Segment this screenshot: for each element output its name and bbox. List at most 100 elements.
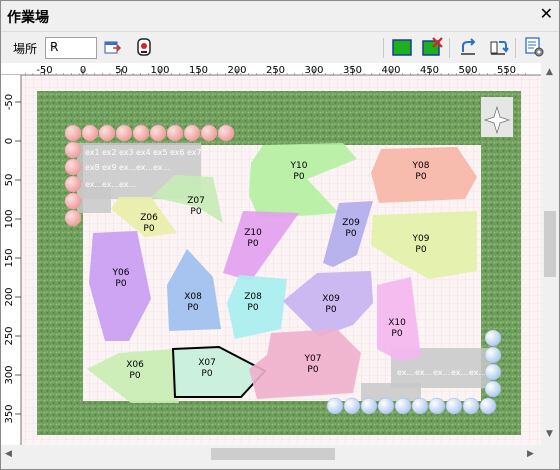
pink-ball [64, 158, 82, 176]
horizontal-scroll-thumb[interactable] [211, 448, 335, 460]
ex-label: ex... [433, 368, 450, 377]
piece-code: X09 [322, 294, 340, 304]
pink-ball [217, 124, 235, 142]
compass-icon [481, 97, 513, 137]
window-title: 作業場 [7, 10, 49, 26]
work-canvas[interactable]: -50 0 50 100 150 200 250 300 350 400 450 500 550 -50… [1, 63, 541, 445]
ruler-label: -50 [4, 94, 15, 110]
piece-position: P0 [345, 229, 356, 239]
blue-ball [484, 329, 502, 347]
close-button[interactable]: ✕ [540, 5, 553, 23]
vertical-scroll-thumb[interactable] [544, 211, 556, 277]
toolbar-separator [515, 38, 516, 58]
scroll-left-icon[interactable]: ◀ [5, 449, 12, 459]
blue-ball [343, 397, 361, 415]
piece-position: P0 [187, 303, 198, 313]
ex-label: ex6 [170, 148, 185, 157]
piece-position: P0 [307, 365, 318, 375]
ruler-label: 200 [227, 65, 246, 76]
ex-label: ex4 [136, 148, 151, 157]
pink-ball [115, 124, 133, 142]
ex-label: ex... [153, 163, 170, 172]
pink-ball [166, 124, 184, 142]
piece-position: P0 [143, 224, 154, 234]
scroll-up-icon[interactable]: ▲ [546, 67, 553, 77]
ruler-label: 350 [343, 65, 362, 76]
piece-position: P0 [293, 172, 304, 182]
piece-position: P0 [201, 369, 212, 379]
piece-code: Z08 [244, 292, 262, 302]
horizontal-scrollbar[interactable]: ◀ ▶ [1, 445, 541, 463]
ex-label: ex3 [119, 148, 134, 157]
pink-ball [64, 141, 82, 159]
pink-ball [183, 124, 201, 142]
toolbar-separator [383, 38, 384, 58]
ruler-label: 150 [189, 65, 208, 76]
blue-ball [479, 397, 497, 415]
blue-ball [394, 397, 412, 415]
piece-position: P0 [247, 303, 258, 313]
toolbar: 場所 R ⌵ [1, 31, 559, 64]
blue-ball [411, 397, 429, 415]
record-icon[interactable] [133, 36, 155, 58]
blue-ball [462, 397, 480, 415]
title-bar: 作業場 ✕ [1, 1, 559, 31]
piece-code: X08 [184, 292, 202, 302]
ruler-label: 0 [4, 138, 15, 144]
ruler-label: 250 [266, 65, 285, 76]
ex-label: ex8 [85, 163, 100, 172]
piece-code: Y06 [112, 268, 130, 278]
rotate-left-icon[interactable] [457, 36, 479, 58]
piece-code: Y08 [412, 161, 430, 171]
piece-code: Z10 [244, 228, 262, 238]
scroll-right-icon[interactable]: ▶ [527, 449, 534, 459]
ruler-label: 150 [4, 248, 15, 267]
blue-ball [484, 380, 502, 398]
ex-label: ex... [136, 163, 153, 172]
piece-code: Z07 [187, 196, 205, 206]
piece-position: P0 [415, 172, 426, 182]
ex-label: ex2 [102, 148, 117, 157]
settings-list-icon[interactable] [523, 36, 545, 58]
blue-ball [484, 346, 502, 364]
piece-code: Y10 [290, 161, 308, 171]
scroll-down-icon[interactable]: ▼ [546, 429, 553, 439]
ruler-label: 0 [80, 65, 86, 76]
location-select[interactable]: R ⌵ [45, 37, 97, 59]
ruler-label: 300 [4, 365, 15, 384]
scroll-corner [541, 445, 559, 463]
green-box-icon[interactable] [391, 36, 413, 58]
delete-box-icon[interactable] [421, 36, 443, 58]
piece-code: Y07 [304, 354, 322, 364]
ex-label: ex... [119, 180, 136, 189]
pink-ball [64, 192, 82, 210]
piece-position: P0 [415, 245, 426, 255]
export-window-icon[interactable] [101, 36, 123, 58]
piece-code: Y09 [412, 234, 430, 244]
ex-label: ex... [102, 180, 119, 189]
ex-label: ex... [415, 368, 432, 377]
ruler-label: 50 [115, 65, 128, 76]
piece-position: P0 [247, 239, 258, 249]
piece-position: P0 [325, 305, 336, 315]
ex-label: ex5 [153, 148, 168, 157]
pink-ball [200, 124, 218, 142]
ruler-label: 500 [458, 65, 477, 76]
piece-z08[interactable]: Z08P0 [227, 275, 287, 339]
blue-ball [428, 397, 446, 415]
piece-position: P0 [190, 207, 201, 217]
piece-position: P0 [115, 279, 126, 289]
chevron-down-icon: ⌵ [50, 41, 58, 52]
rotate-right-icon[interactable] [487, 36, 509, 58]
vertical-scrollbar[interactable]: ▲ ▼ [541, 63, 559, 445]
workspace-window: 作業場 ✕ 場所 R ⌵ -50 0 50 100 150 200 250 30… [0, 0, 560, 470]
pink-ball [132, 124, 150, 142]
piece-y08[interactable]: Y08P0 [371, 147, 477, 203]
ex-label: ex... [85, 180, 102, 189]
ruler-label: 300 [304, 65, 323, 76]
layout-drawing[interactable]: -50 0 50 100 150 200 250 300 350 400 450 500 550 -50… [1, 63, 541, 445]
blue-ball [360, 397, 378, 415]
blue-ball [484, 363, 502, 381]
piece-position: P0 [391, 329, 402, 339]
pink-ball [81, 124, 99, 142]
